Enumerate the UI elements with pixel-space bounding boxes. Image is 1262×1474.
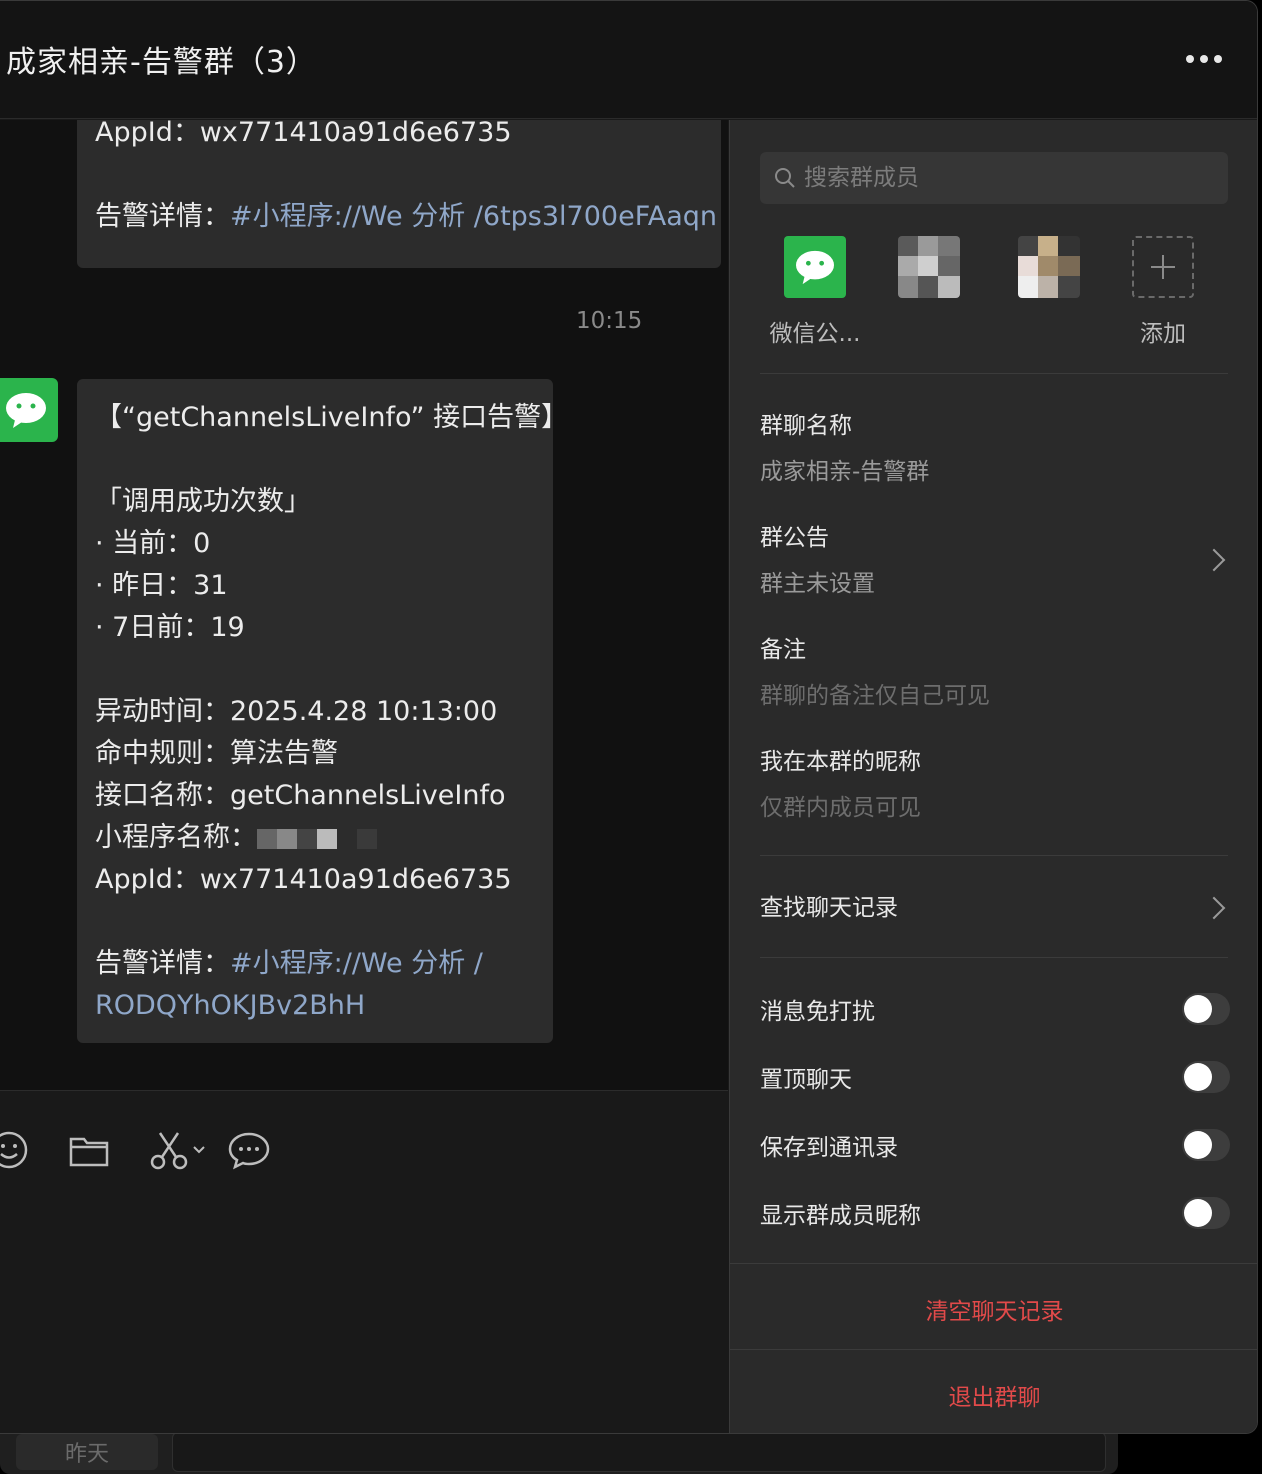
remark-value: 群聊的备注仅自己可见 <box>760 683 990 709</box>
wechat-avatar <box>784 236 846 298</box>
background-input <box>172 1432 1106 1472</box>
message-timestamp: 10:15 <box>576 308 643 334</box>
group-info-panel: 微信公... 添加 群聊名称 成家相亲-告警群 群公告 群主未设置 备注 <box>729 120 1257 1433</box>
message-rule: 命中规则：算法告警 <box>95 738 338 769</box>
message-api-name: 接口名称：getChannelsLiveInfo <box>95 780 506 811</box>
message-week-ago: · 7日前：19 <box>95 612 245 643</box>
search-icon <box>775 168 795 188</box>
clear-history-button[interactable]: 清空聊天记录 <box>730 1292 1257 1326</box>
more-options-button[interactable] <box>1178 39 1230 79</box>
message-list[interactable]: AppId：wx771410a91d6e6735 告警详情：#小程序://We … <box>0 120 728 1090</box>
leave-group-button[interactable]: 退出群聊 <box>730 1378 1257 1412</box>
member-avatar <box>1018 236 1080 298</box>
show-nicknames-toggle[interactable] <box>1182 1197 1230 1229</box>
message-section: 「调用成功次数」 <box>95 486 311 517</box>
toggle-label: 保存到通讯录 <box>760 1135 898 1161</box>
message-time: 异动时间：2025.4.28 10:13:00 <box>95 696 498 727</box>
message-yesterday: · 昨日：31 <box>95 570 228 601</box>
my-nickname-field[interactable]: 我在本群的昵称 仅群内成员可见 <box>760 744 921 822</box>
group-notice-field[interactable]: 群公告 群主未设置 <box>760 520 1230 598</box>
pin-chat-row: 置顶聊天 <box>760 1055 1230 1099</box>
save-to-contacts-row: 保存到通讯录 <box>760 1123 1230 1167</box>
sender-avatar[interactable] <box>0 378 58 442</box>
message-current: · 当前：0 <box>95 528 211 559</box>
more-dot-icon <box>1200 55 1208 63</box>
message-bubble[interactable]: AppId：wx771410a91d6e6735 告警详情：#小程序://We … <box>77 120 721 268</box>
message-detail: 告警详情：#小程序://We 分析 /6tps3l700eFAaqn <box>95 196 717 238</box>
mute-notifications-toggle[interactable] <box>1182 993 1230 1025</box>
member-search[interactable] <box>760 152 1228 204</box>
member-search-input[interactable] <box>804 165 1204 191</box>
wechat-icon <box>6 393 46 428</box>
message-mp-name: 小程序名称： <box>95 817 535 859</box>
mp-name-label: 小程序名称： <box>95 822 257 853</box>
more-dot-icon <box>1214 55 1222 63</box>
chat-title: 成家相亲-告警群（3） <box>6 45 317 80</box>
detail-link[interactable]: #小程序://We 分析 /6tps3l700eFAaqn <box>230 201 717 232</box>
message-bubble[interactable]: 【“getChannelsLiveInfo” 接口告警】 「调用成功次数」 · … <box>77 379 569 1043</box>
divider <box>730 1263 1257 1264</box>
mute-notifications-row: 消息免打扰 <box>760 987 1230 1031</box>
group-name-value: 成家相亲-告警群 <box>760 459 930 485</box>
member-avatar <box>898 236 960 298</box>
my-nickname-value: 仅群内成员可见 <box>760 795 921 821</box>
chat-bubble-icon[interactable] <box>226 1127 272 1173</box>
remark-field[interactable]: 备注 群聊的备注仅自己可见 <box>760 632 990 710</box>
toggle-label: 置顶聊天 <box>760 1067 852 1093</box>
add-icon <box>1132 236 1194 298</box>
divider <box>730 1349 1257 1350</box>
divider <box>760 855 1228 856</box>
folder-icon[interactable] <box>66 1127 112 1173</box>
wechat-icon <box>796 250 834 285</box>
my-nickname-label: 我在本群的昵称 <box>760 749 921 775</box>
group-name-field[interactable]: 群聊名称 成家相亲-告警群 <box>760 408 929 486</box>
member-item[interactable] <box>994 236 1104 314</box>
redacted-block <box>257 828 337 849</box>
save-to-contacts-toggle[interactable] <box>1182 1129 1230 1161</box>
pin-chat-toggle[interactable] <box>1182 1061 1230 1093</box>
divider <box>760 373 1228 374</box>
detail-link[interactable]: #小程序://We 分析 / <box>230 948 483 979</box>
detail-link-continued[interactable]: RODQYhOKJBv2BhH <box>95 985 535 1027</box>
emoji-icon[interactable] <box>0 1127 32 1173</box>
divider <box>760 957 1228 958</box>
detail-label: 告警详情： <box>95 201 230 232</box>
chat-window: 成家相亲-告警群（3） AppId：wx771410a91d6e6735 告警详… <box>0 0 1258 1434</box>
message-appid: AppId：wx771410a91d6e6735 <box>95 120 512 148</box>
group-notice-label: 群公告 <box>760 525 829 551</box>
member-item[interactable]: 微信公... <box>760 236 870 348</box>
background-date-label: 昨天 <box>16 1434 158 1470</box>
input-toolbar <box>0 1090 728 1433</box>
show-nicknames-row: 显示群成员昵称 <box>760 1191 1230 1235</box>
group-name-label: 群聊名称 <box>760 413 852 439</box>
search-history-label: 查找聊天记录 <box>760 895 898 921</box>
message-appid: AppId：wx771410a91d6e6735 <box>95 864 512 895</box>
message-detail: 告警详情：#小程序://We 分析 / <box>95 943 535 985</box>
search-history-button[interactable]: 查找聊天记录 <box>760 890 1230 926</box>
toggle-label: 显示群成员昵称 <box>760 1203 921 1229</box>
member-name: 微信公... <box>769 321 861 347</box>
chat-header: 成家相亲-告警群（3） <box>0 1 1257 119</box>
more-dot-icon <box>1186 55 1194 63</box>
remark-label: 备注 <box>760 637 806 663</box>
group-notice-value: 群主未设置 <box>760 571 875 597</box>
screenshot-scissors-icon[interactable] <box>148 1127 212 1173</box>
message-title: 【“getChannelsLiveInfo” 接口告警】 <box>95 402 569 433</box>
add-member-label: 添加 <box>1140 321 1186 347</box>
toggle-label: 消息免打扰 <box>760 999 875 1025</box>
redacted-block <box>357 828 377 849</box>
member-item[interactable] <box>874 236 984 314</box>
detail-label: 告警详情： <box>95 948 230 979</box>
add-member-button[interactable]: 添加 <box>1108 236 1218 348</box>
